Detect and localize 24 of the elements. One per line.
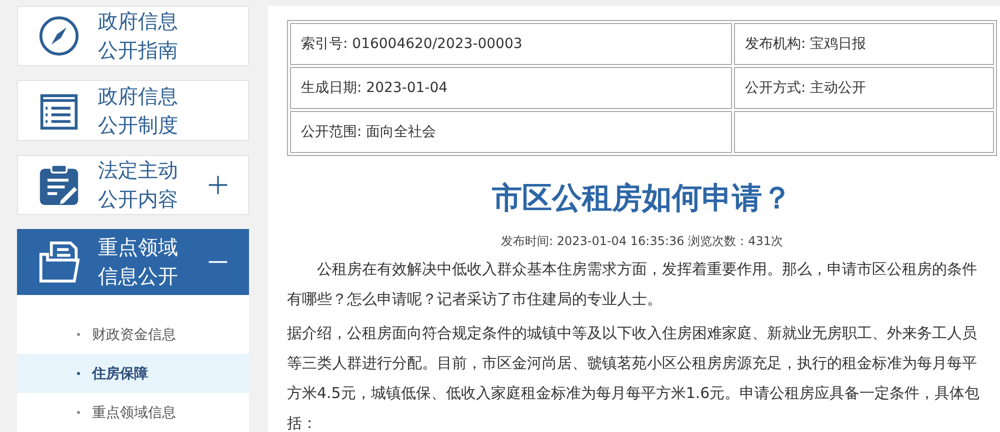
sidebar-item[interactable]: 法定主动 公开内容 <box>17 154 249 216</box>
table-cell: 发布机构: 宝鸡日报 <box>734 23 994 65</box>
compass-icon <box>38 15 80 58</box>
sidebar-item-label: 政府信息 公开制度 <box>98 82 179 139</box>
paragraph: 公租房在有效解决中低收入群众基本住房需求方面，发挥着重要作用。那么，申请市区公租房的条件有哪些？怎么申请呢？记者采访了市住建局的专业人士。 <box>287 259 978 310</box>
sidebar-item-label: 法定主动 公开内容 <box>98 156 179 213</box>
article-meta: 发布时间: 2023-01-04 16:35:36 浏览次数：431次 <box>500 233 784 250</box>
sidebar-item-label: 重点领域 信息公开 <box>98 234 179 290</box>
table-cell: 公开方式: 主动公开 <box>734 67 994 109</box>
plus-icon[interactable] <box>208 174 228 195</box>
sidebar-item[interactable]: 政府信息 公开指南 <box>17 6 249 66</box>
sidebar-item[interactable]: 重点领域 信息公开 <box>17 229 249 296</box>
folder-icon <box>38 241 80 284</box>
table-cell: 公开范围: 面向全社会 <box>290 111 732 153</box>
sidebar-item-label: 政府信息 公开指南 <box>98 8 179 64</box>
table-cell: 索引号: 016004620/2023-00003 <box>290 23 732 65</box>
clipboard-icon <box>38 164 80 206</box>
article-title: 市区公租房如何申请？ <box>491 180 793 218</box>
submenu-item[interactable]: 重点领域信息 <box>17 393 249 432</box>
submenu-item[interactable]: 财政资金信息 <box>17 315 249 354</box>
sidebar-item[interactable]: 政府信息 公开制度 <box>17 80 249 141</box>
paragraph: 据介绍，公租房面向符合规定条件的城镇中等及以下收入住房困难家庭、新就业无房职工、外来务工人员等三类人群进行分配。目前，市区金河尚居、虢镇茗苑小区公租房房源充足，执行的租金标准为每月每平方米4.5元，城镇低保、低收入家庭租金标准为每月每平方米1.6元。申请公租房应具备一定条件，具体包括： <box>287 323 981 432</box>
table-cell: 生成日期: 2023-01-04 <box>290 67 732 109</box>
submenu-item[interactable]: 住房保障 <box>17 354 249 394</box>
